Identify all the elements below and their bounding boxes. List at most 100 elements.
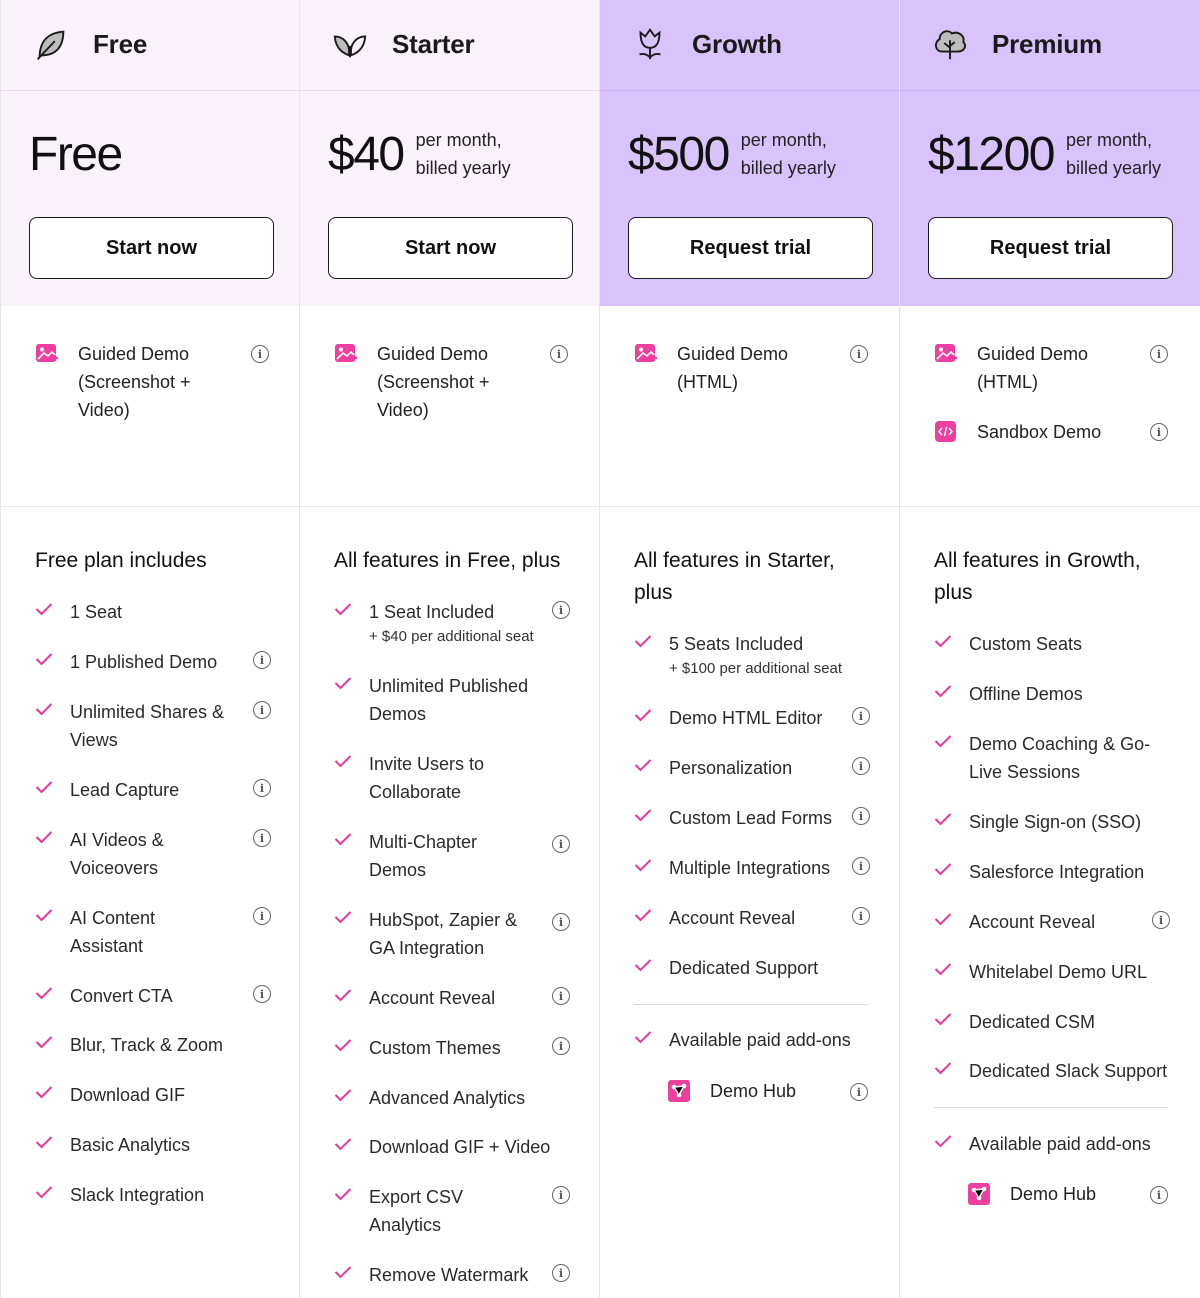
demo-type-label: Guided Demo (HTML): [977, 344, 1089, 392]
check-icon: [334, 677, 352, 690]
check-icon: [35, 909, 53, 922]
features-heading: All features in Starter, plus: [634, 549, 835, 604]
info-icon[interactable]: i: [552, 601, 570, 619]
feature-label: Personalization: [669, 758, 793, 778]
feature-item: Account Reveal i: [934, 908, 1170, 936]
start-now-button[interactable]: Start now: [29, 217, 274, 279]
info-icon[interactable]: i: [1150, 1186, 1168, 1204]
check-icon: [334, 833, 352, 846]
check-icon: [35, 1136, 53, 1149]
request-trial-button[interactable]: Request trial: [928, 217, 1173, 279]
info-icon[interactable]: i: [251, 345, 269, 363]
feature-label: AI Videos & Voiceovers: [70, 830, 164, 878]
feature-label: Dedicated Slack Support: [969, 1061, 1168, 1081]
divider: [300, 506, 599, 507]
addon-label: Demo Hub: [1010, 1183, 1097, 1204]
info-icon[interactable]: i: [552, 987, 570, 1005]
plan-name: Free: [93, 28, 148, 59]
check-icon: [35, 653, 53, 666]
price-row: $1200 per month, billed yearly: [928, 124, 1176, 184]
feature-label: AI Content Assistant: [70, 908, 156, 956]
info-icon[interactable]: i: [253, 651, 271, 669]
feature-label: Blur, Track & Zoom: [70, 1035, 224, 1055]
demo-type-item: Guided Demo (Screenshot + Video) i: [334, 340, 568, 424]
info-icon[interactable]: i: [1150, 345, 1168, 363]
info-icon[interactable]: i: [852, 907, 870, 925]
check-icon: [934, 1062, 952, 1075]
code-icon: [935, 421, 956, 442]
feature-label: Custom Lead Forms: [669, 808, 833, 828]
feature-item: 1 Published Demo i: [35, 648, 271, 676]
check-icon: [934, 913, 952, 926]
divider: [934, 1107, 1168, 1108]
info-icon[interactable]: i: [552, 1264, 570, 1282]
image-play-icon: [935, 344, 957, 362]
request-trial-button[interactable]: Request trial: [628, 217, 873, 279]
addons-label: Available paid add-ons: [969, 1134, 1151, 1154]
divider: [1, 506, 299, 507]
check-icon: [35, 1086, 53, 1099]
feature-item: Custom Seats: [934, 630, 1170, 658]
info-icon[interactable]: i: [552, 835, 570, 853]
plan-name: Growth: [692, 28, 782, 59]
feature-item: Advanced Analytics: [334, 1084, 570, 1112]
check-icon: [634, 959, 652, 972]
image-play-icon: [36, 344, 58, 362]
start-now-button[interactable]: Start now: [328, 217, 573, 279]
info-icon[interactable]: i: [552, 1186, 570, 1204]
plan-column-starter: Starter $40 per month, billed yearly Sta…: [300, 0, 600, 1298]
plan-title: Growth: [630, 24, 782, 64]
feature-item: Convert CTA i: [35, 982, 271, 1010]
addons-label: Available paid add-ons: [669, 1030, 851, 1050]
info-icon[interactable]: i: [852, 857, 870, 875]
check-icon: [934, 963, 952, 976]
info-icon[interactable]: i: [850, 345, 868, 363]
check-icon: [934, 685, 952, 698]
feature-label: Account Reveal: [369, 988, 496, 1008]
info-icon[interactable]: i: [253, 701, 271, 719]
info-icon[interactable]: i: [552, 913, 570, 931]
feature-item: 1 Seat: [35, 598, 271, 626]
info-icon[interactable]: i: [253, 985, 271, 1003]
feature-label: Dedicated CSM: [969, 1012, 1096, 1032]
info-icon[interactable]: i: [253, 779, 271, 797]
feature-label: Custom Themes: [369, 1038, 501, 1058]
demo-types: Guided Demo (HTML) i Sandbox Demo i: [900, 306, 1200, 506]
feature-item: Lead Capture i: [35, 776, 271, 804]
divider: [600, 90, 899, 91]
info-icon[interactable]: i: [852, 707, 870, 725]
info-icon[interactable]: i: [850, 1083, 868, 1101]
feature-item: Offline Demos: [934, 680, 1170, 708]
feature-item: Dedicated Slack Support: [934, 1057, 1170, 1085]
info-icon[interactable]: i: [552, 1037, 570, 1055]
sprout-icon: [330, 24, 370, 64]
feature-sublabel: + $100 per additional seat: [669, 660, 843, 677]
demo-type-label: Sandbox Demo: [977, 422, 1102, 442]
check-icon: [334, 755, 352, 768]
feature-item: Multi-Chapter Demos i: [334, 828, 570, 884]
feature-label: Download GIF + Video: [369, 1137, 551, 1157]
feature-label: Custom Seats: [969, 634, 1083, 654]
info-icon[interactable]: i: [1150, 423, 1168, 441]
addon-item: Demo Hub i: [968, 1183, 1168, 1205]
divider: [900, 506, 1200, 507]
check-icon: [334, 1138, 352, 1151]
feature-label: Download GIF: [70, 1085, 186, 1105]
feature-label: Unlimited Published Demos: [369, 676, 529, 724]
info-icon[interactable]: i: [1152, 911, 1170, 929]
check-icon: [934, 635, 952, 648]
info-icon[interactable]: i: [852, 757, 870, 775]
demo-types: Guided Demo (HTML) i: [600, 306, 899, 506]
check-icon: [35, 781, 53, 794]
info-icon[interactable]: i: [253, 907, 271, 925]
check-icon: [35, 603, 53, 616]
check-icon: [334, 1188, 352, 1201]
info-icon[interactable]: i: [852, 807, 870, 825]
check-icon: [35, 703, 53, 716]
feature-label: Lead Capture: [70, 780, 180, 800]
check-icon: [634, 1031, 652, 1044]
info-icon[interactable]: i: [253, 829, 271, 847]
info-icon[interactable]: i: [550, 345, 568, 363]
pricing-table: Free Free Start now Guided Demo (Screens…: [0, 0, 1200, 1298]
addon-label: Demo Hub: [710, 1080, 797, 1101]
